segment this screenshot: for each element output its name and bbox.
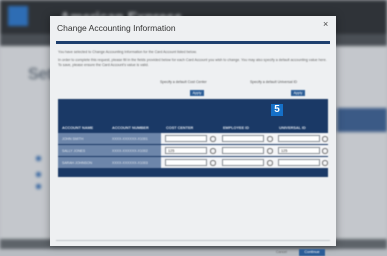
instructions-text: In order to complete this request, pleas… xyxy=(58,58,327,67)
universal-id-input[interactable] xyxy=(278,135,320,142)
title-divider xyxy=(56,41,330,44)
continue-button[interactable]: Continue xyxy=(299,249,325,256)
column-header: EMPLOYEE ID xyxy=(223,126,249,130)
column-header: ACCOUNT NAME xyxy=(62,126,94,130)
copy-icon[interactable] xyxy=(267,148,273,154)
universal-id-input[interactable] xyxy=(278,159,320,166)
account-name: JOHN SMITH xyxy=(62,136,84,141)
cost-center-input[interactable] xyxy=(165,159,207,166)
table-row: SALLY JONES XXXX-XXXXXX-X1002 125 125 xyxy=(58,145,328,156)
bullet-icon xyxy=(36,184,41,189)
copy-icon[interactable] xyxy=(322,148,328,154)
copy-icon[interactable] xyxy=(210,160,216,166)
account-number: XXXX-XXXXXX-X1002 xyxy=(112,148,148,153)
bullet-icon xyxy=(36,172,41,177)
universal-id-input[interactable]: 125 xyxy=(278,147,320,154)
cost-center-input[interactable]: 125 xyxy=(165,147,207,154)
copy-icon[interactable] xyxy=(210,136,216,142)
step-number-badge: 5 xyxy=(271,104,283,116)
apply-cost-center-button[interactable]: Apply xyxy=(190,90,204,96)
column-header: UNIVERSAL ID xyxy=(279,126,306,130)
copy-icon[interactable] xyxy=(322,136,328,142)
cost-center-input[interactable] xyxy=(165,135,207,142)
change-accounting-dialog: Change Accounting Information × You have… xyxy=(50,16,336,256)
brand-logo xyxy=(8,6,28,26)
employee-id-input[interactable] xyxy=(222,147,264,154)
intro-text: You have selected to Change Accounting I… xyxy=(58,50,197,54)
accounts-table: ACCOUNT NAME ACCOUNT NUMBER COST CENTER … xyxy=(58,99,328,177)
column-header: ACCOUNT NUMBER xyxy=(112,126,149,130)
footer-divider xyxy=(56,240,330,241)
dialog-title: Change Accounting Information xyxy=(57,23,176,33)
account-number: XXXX-XXXXXX-X1003 xyxy=(112,160,148,165)
default-universal-label: Specify a default Universal ID xyxy=(250,80,298,84)
side-panel xyxy=(337,108,387,132)
cancel-link[interactable]: Cancel xyxy=(276,250,287,254)
employee-id-input[interactable] xyxy=(222,159,264,166)
copy-icon[interactable] xyxy=(210,148,216,154)
copy-icon[interactable] xyxy=(267,136,273,142)
copy-icon[interactable] xyxy=(267,160,273,166)
employee-id-input[interactable] xyxy=(222,135,264,142)
account-number: XXXX-XXXXXX-X1001 xyxy=(112,136,148,141)
table-row: JOHN SMITH XXXX-XXXXXX-X1001 xyxy=(58,133,328,144)
bullet-icon xyxy=(36,156,41,161)
table-header: ACCOUNT NAME ACCOUNT NUMBER COST CENTER … xyxy=(58,124,328,132)
page-title: Set xyxy=(28,66,53,83)
column-header: COST CENTER xyxy=(166,126,194,130)
default-cost-center-label: Specify a default Cost Center xyxy=(160,80,207,84)
close-icon[interactable]: × xyxy=(323,19,328,29)
table-row: SARAH JOHNSON XXXX-XXXXXX-X1003 xyxy=(58,157,328,168)
copy-icon[interactable] xyxy=(322,160,328,166)
account-name: SALLY JONES xyxy=(62,148,86,153)
account-name: SARAH JOHNSON xyxy=(62,160,93,165)
apply-universal-button[interactable]: Apply xyxy=(291,90,305,96)
table-footer-bar xyxy=(58,171,328,177)
